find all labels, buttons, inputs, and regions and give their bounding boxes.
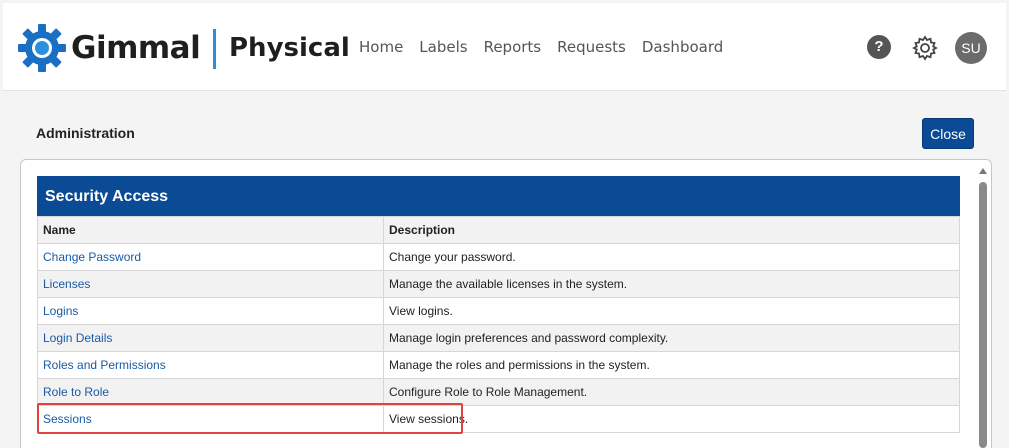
nav-labels[interactable]: Labels: [419, 38, 467, 56]
row-description: Configure Role to Role Management.: [383, 378, 960, 406]
product-name: Physical: [229, 33, 350, 63]
nav-home[interactable]: Home: [359, 38, 403, 56]
table-row: Role to Role Configure Role to Role Mana…: [37, 378, 960, 406]
avatar[interactable]: SU: [955, 32, 987, 64]
row-description: Change your password.: [383, 243, 960, 271]
row-link-change-password[interactable]: Change Password: [37, 243, 384, 271]
brand-name: Gimmal: [71, 30, 201, 66]
sessions-highlight-box: [37, 403, 463, 434]
column-header-description: Description: [383, 216, 960, 244]
help-icon[interactable]: ?: [867, 35, 891, 59]
row-description: Manage the available licenses in the sys…: [383, 270, 960, 298]
close-button[interactable]: Close: [922, 118, 974, 149]
gear-logo-icon: [18, 24, 66, 72]
page-title: Administration: [36, 125, 135, 141]
section-title: Security Access: [37, 176, 960, 216]
nav-reports[interactable]: Reports: [484, 38, 542, 56]
row-link-roles-and-permissions[interactable]: Roles and Permissions: [37, 351, 384, 379]
top-bar: Gimmal Physical Home Labels Reports Requ…: [3, 3, 1006, 91]
gear-icon[interactable]: [912, 35, 938, 61]
brand-logo[interactable]: Gimmal: [17, 23, 201, 73]
nav-requests[interactable]: Requests: [557, 38, 626, 56]
table-row: Logins View logins.: [37, 297, 960, 325]
table-row: Login Details Manage login preferences a…: [37, 324, 960, 352]
row-link-licenses[interactable]: Licenses: [37, 270, 384, 298]
main-nav: Home Labels Reports Requests Dashboard: [359, 38, 739, 56]
column-header-name: Name: [37, 216, 384, 244]
row-link-login-details[interactable]: Login Details: [37, 324, 384, 352]
table-row: Roles and Permissions Manage the roles a…: [37, 351, 960, 379]
row-link-logins[interactable]: Logins: [37, 297, 384, 325]
brand-divider: [213, 29, 216, 69]
scrollbar-thumb[interactable]: [979, 182, 987, 448]
table-row: Change Password Change your password.: [37, 243, 960, 271]
row-description: View sessions.: [383, 405, 960, 433]
row-description: View logins.: [383, 297, 960, 325]
row-description: Manage login preferences and password co…: [383, 324, 960, 352]
table-header-row: Name Description: [37, 216, 960, 244]
row-link-role-to-role[interactable]: Role to Role: [37, 378, 384, 406]
nav-dashboard[interactable]: Dashboard: [642, 38, 723, 56]
row-description: Manage the roles and permissions in the …: [383, 351, 960, 379]
security-access-table: Name Description Change Password Change …: [37, 216, 960, 433]
table-row: Licenses Manage the available licenses i…: [37, 270, 960, 298]
scroll-up-arrow-icon[interactable]: [979, 168, 987, 174]
